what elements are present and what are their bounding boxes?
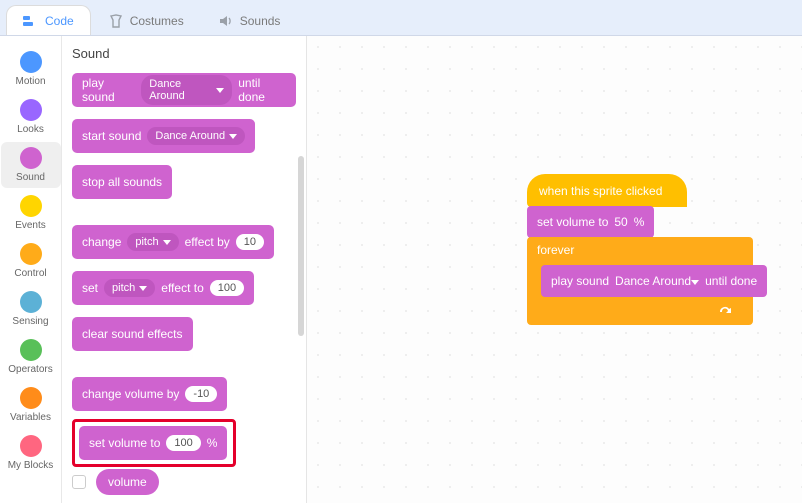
sounds-icon (218, 14, 234, 28)
category-dot (20, 243, 42, 265)
label: play sound (82, 76, 135, 104)
category-my-blocks[interactable]: My Blocks (1, 430, 61, 476)
category-dot (20, 195, 42, 217)
label: play sound (551, 274, 609, 288)
chevron-down-icon (691, 280, 699, 285)
category-dot (20, 99, 42, 121)
chevron-down-icon (163, 240, 171, 245)
chevron-down-icon (139, 286, 147, 291)
category-label: Events (15, 220, 46, 231)
number-input[interactable]: 10 (236, 234, 264, 250)
block-set-volume-to[interactable]: set volume to 100 % (79, 426, 227, 460)
category-dot (20, 147, 42, 169)
category-column: Motion Looks Sound Events Control Sensing Oper… (0, 36, 62, 503)
loop-arrow-icon (717, 303, 735, 317)
label: effect by (185, 235, 230, 249)
category-looks[interactable]: Looks (1, 94, 61, 140)
block-change-volume-by[interactable]: change volume by -10 (72, 377, 227, 411)
label: change volume by (82, 387, 179, 401)
block-play-sound-until-done[interactable]: play sound Dance Around until done (541, 265, 767, 297)
tab-code-label: Code (45, 14, 74, 28)
category-sensing[interactable]: Sensing (1, 286, 61, 332)
label: stop all sounds (82, 175, 162, 189)
category-label: Sound (16, 172, 45, 183)
block-set-volume-to[interactable]: set volume to 50 % (527, 206, 654, 238)
block-change-effect-by[interactable]: change pitch effect by 10 (72, 225, 274, 259)
label: clear sound effects (82, 327, 183, 341)
label: % (207, 436, 218, 450)
category-motion[interactable]: Motion (1, 46, 61, 92)
category-label: My Blocks (8, 460, 54, 471)
category-dot (20, 435, 42, 457)
loop-foot (527, 301, 753, 319)
block-start-sound[interactable]: start sound Dance Around (72, 119, 255, 153)
sound-dropdown[interactable]: Dance Around (615, 274, 699, 288)
tab-sounds-label: Sounds (240, 14, 281, 28)
palette-scrollbar[interactable] (298, 156, 304, 336)
category-events[interactable]: Events (1, 190, 61, 236)
tab-code[interactable]: Code (6, 5, 91, 35)
block-clear-sound-effects[interactable]: clear sound effects (72, 317, 193, 351)
tab-costumes[interactable]: Costumes (91, 5, 201, 35)
category-dot (20, 51, 42, 73)
block-palette: Sound play sound Dance Around until done… (62, 36, 307, 503)
effect-dropdown[interactable]: pitch (104, 279, 155, 297)
category-dot (20, 339, 42, 361)
tab-sounds[interactable]: Sounds (201, 5, 298, 35)
sound-dropdown[interactable]: Dance Around (147, 127, 245, 145)
block-forever[interactable]: forever play sound Dance Around until do… (527, 237, 753, 325)
label: set volume to (89, 436, 160, 450)
block-play-sound-until-done[interactable]: play sound Dance Around until done (72, 73, 296, 107)
label: start sound (82, 129, 141, 143)
script-stack[interactable]: when this sprite clicked set volume to 5… (527, 174, 753, 325)
code-icon (23, 14, 39, 28)
highlight-box: set volume to 100 % (72, 419, 236, 467)
category-label: Sensing (12, 316, 48, 327)
effect-dropdown[interactable]: pitch (127, 233, 178, 251)
costumes-icon (108, 14, 124, 28)
chevron-down-icon (229, 134, 237, 139)
label: forever (527, 237, 753, 261)
tab-costumes-label: Costumes (130, 14, 184, 28)
category-label: Operators (8, 364, 52, 375)
main-area: Motion Looks Sound Events Control Sensing Oper… (0, 36, 802, 503)
tab-bar: Code Costumes Sounds (0, 0, 802, 36)
reporter-row: volume (72, 469, 296, 495)
number-input[interactable]: 100 (210, 280, 244, 296)
label: until done (705, 274, 757, 288)
category-label: Motion (15, 76, 45, 87)
category-control[interactable]: Control (1, 238, 61, 284)
block-volume-reporter[interactable]: volume (96, 469, 159, 495)
block-when-sprite-clicked[interactable]: when this sprite clicked (527, 174, 687, 207)
forever-body: play sound Dance Around until done (541, 261, 753, 301)
script-canvas[interactable]: when this sprite clicked set volume to 5… (307, 36, 802, 503)
category-label: Looks (17, 124, 44, 135)
label: when this sprite clicked (539, 184, 662, 198)
label: set (82, 281, 98, 295)
volume-monitor-checkbox[interactable] (72, 475, 86, 489)
category-dot (20, 387, 42, 409)
category-dot (20, 291, 42, 313)
label: effect to (161, 281, 203, 295)
category-label: Control (14, 268, 46, 279)
label: % (634, 215, 645, 229)
label: set volume to (537, 215, 608, 229)
sound-dropdown[interactable]: Dance Around (141, 75, 232, 105)
number-input[interactable]: 50 (614, 215, 627, 229)
block-set-effect-to[interactable]: set pitch effect to 100 (72, 271, 254, 305)
label: change (82, 235, 121, 249)
category-variables[interactable]: Variables (1, 382, 61, 428)
block-stop-all-sounds[interactable]: stop all sounds (72, 165, 172, 199)
category-sound[interactable]: Sound (1, 142, 61, 188)
number-input[interactable]: -10 (185, 386, 217, 402)
label: until done (238, 76, 286, 104)
number-input[interactable]: 100 (166, 435, 200, 451)
category-operators[interactable]: Operators (1, 334, 61, 380)
chevron-down-icon (216, 88, 224, 93)
palette-heading: Sound (72, 46, 296, 61)
category-label: Variables (10, 412, 51, 423)
